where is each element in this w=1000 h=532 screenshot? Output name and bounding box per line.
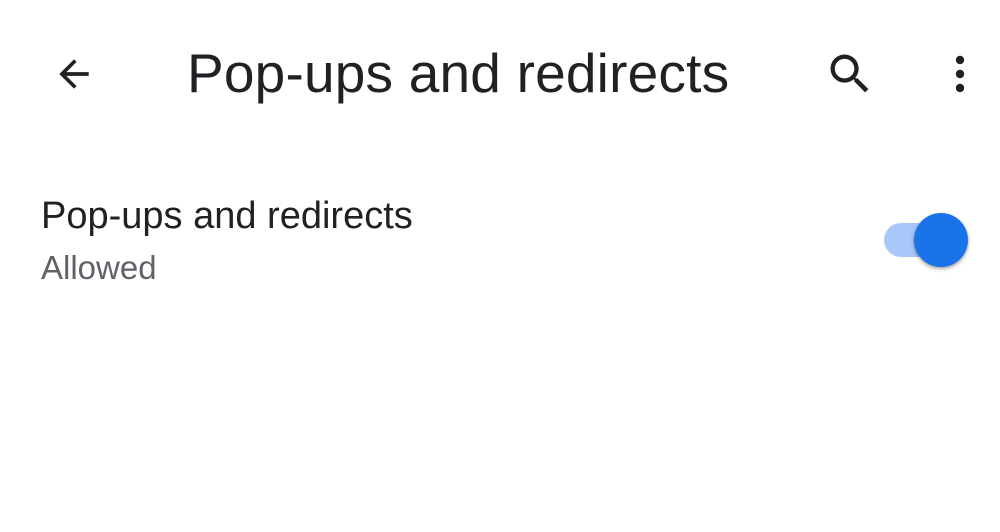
arrow-back-icon <box>59 59 89 89</box>
search-button[interactable] <box>812 36 888 112</box>
app-bar: Pop-ups and redirects <box>0 0 1000 150</box>
setting-summary: Allowed <box>41 249 157 286</box>
setting-title: Pop-ups and redirects <box>41 195 413 237</box>
back-button[interactable] <box>36 36 112 112</box>
toggle-thumb <box>914 213 968 267</box>
page-title: Pop-ups and redirects <box>187 42 730 104</box>
settings-screen: Pop-ups and redirects Pop-ups and redire… <box>0 0 1000 532</box>
search-icon <box>830 54 869 93</box>
more-vert-icon <box>955 55 965 93</box>
popups-setting-row[interactable]: Pop-ups and redirects Allowed <box>0 180 1000 300</box>
popups-toggle-switch[interactable] <box>878 210 972 270</box>
more-options-button[interactable] <box>928 36 992 112</box>
